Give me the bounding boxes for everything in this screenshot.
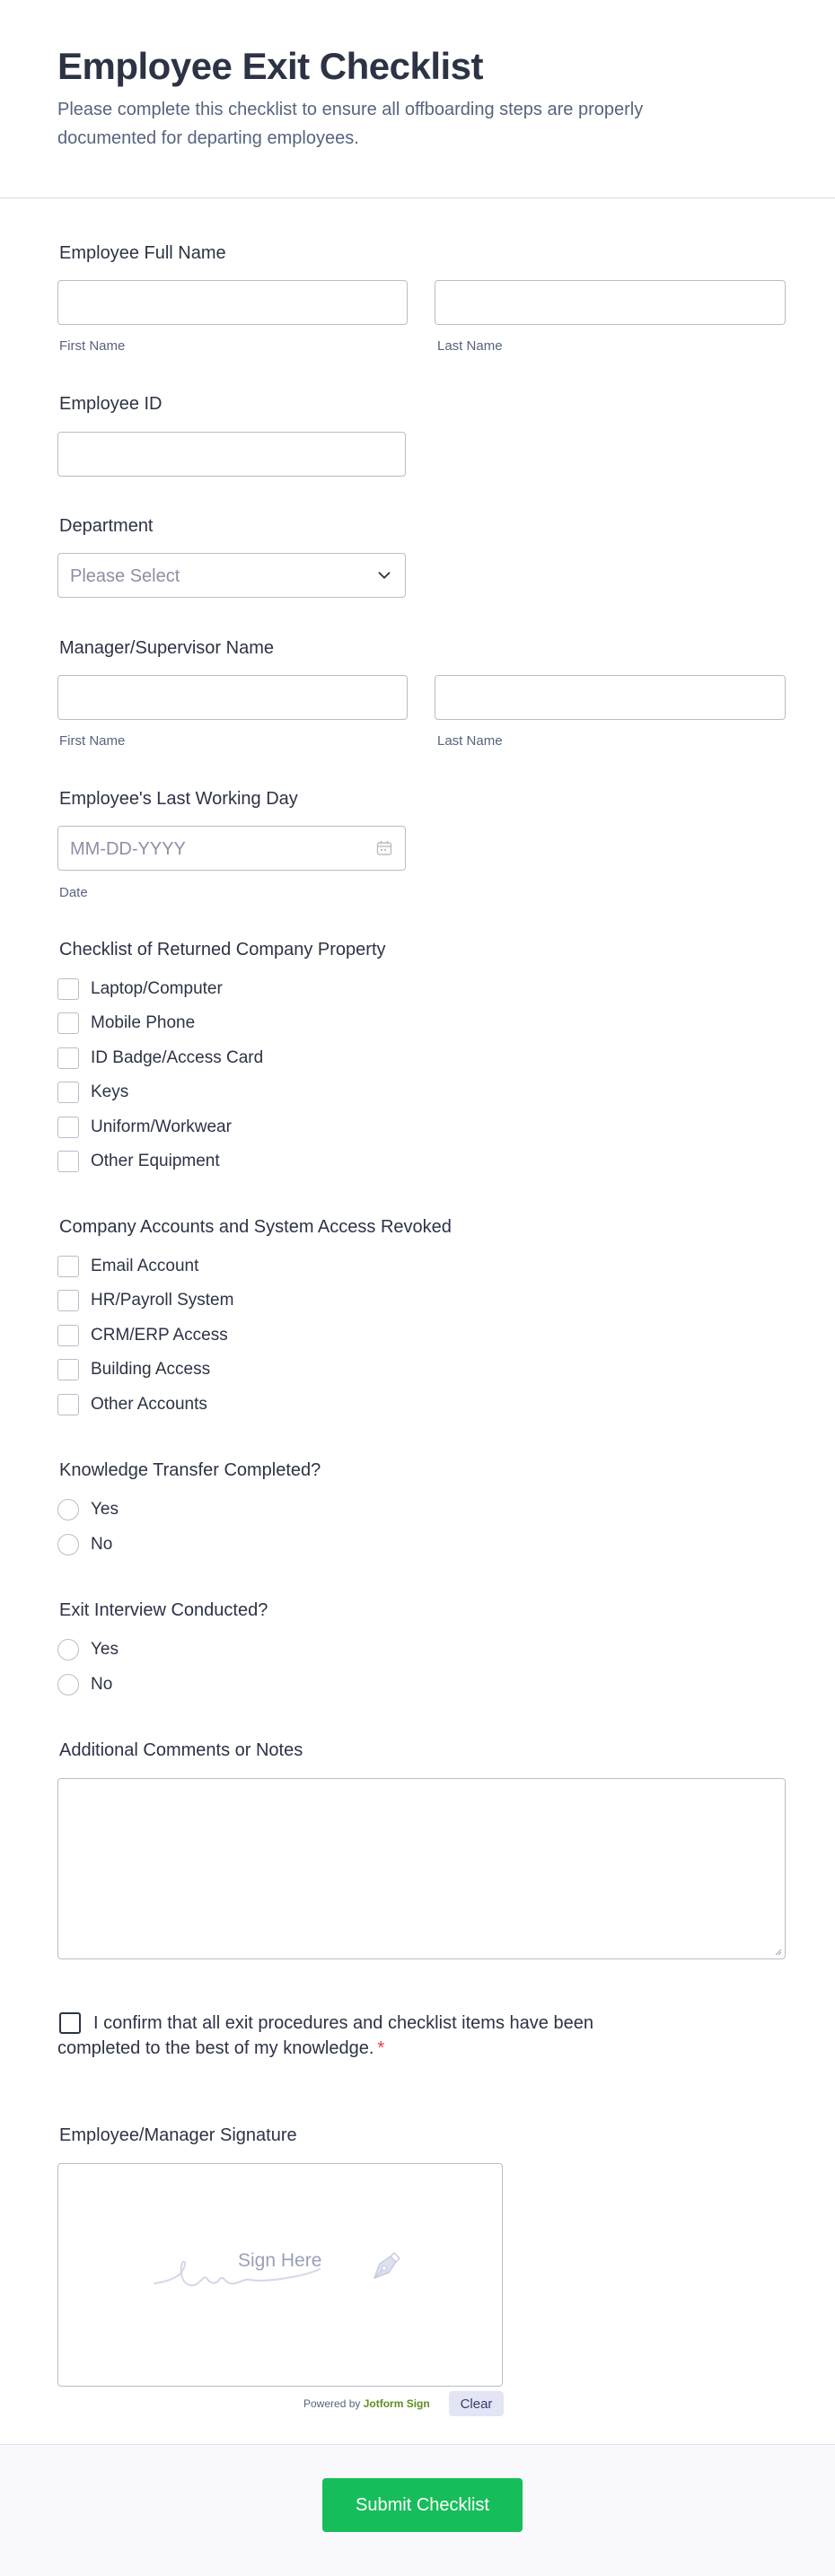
clear-signature-button[interactable]: Clear — [449, 2391, 504, 2416]
signature-scribble-icon — [154, 2260, 321, 2287]
form-card: Employee Exit Checklist Please complete … — [0, 0, 835, 2576]
checkbox-label: Email Account — [91, 1257, 199, 1275]
manager-last-name-sublabel: Last Name — [437, 733, 503, 749]
property-checklist-label: Checklist of Returned Company Property — [59, 940, 386, 959]
chevron-down-icon — [378, 572, 391, 579]
manager-first-name-input[interactable] — [57, 675, 408, 720]
checkbox-label: Other Equipment — [91, 1152, 220, 1170]
pen-nib-icon — [374, 2252, 400, 2279]
manager-name-label: Manager/Supervisor Name — [59, 638, 274, 658]
checkbox-label: Building Access — [91, 1360, 211, 1379]
manager-first-name-sublabel: First Name — [59, 733, 126, 749]
date-sublabel: Date — [59, 885, 88, 900]
checkbox[interactable] — [57, 1290, 79, 1311]
radio-label: Yes — [91, 1640, 119, 1659]
department-placeholder: Please Select — [70, 566, 180, 586]
employee-id-input[interactable] — [57, 432, 406, 477]
form-title: Employee Exit Checklist — [57, 45, 484, 87]
radio-button[interactable] — [57, 1639, 79, 1660]
knowledge-transfer-label: Knowledge Transfer Completed? — [59, 1460, 321, 1480]
comments-textarea[interactable] — [57, 1778, 786, 1959]
submit-button[interactable]: Submit Checklist — [322, 2478, 523, 2532]
checkbox[interactable] — [57, 1082, 79, 1103]
checkbox-label: ID Badge/Access Card — [91, 1048, 264, 1067]
powered-brand: Jotform Sign — [363, 2397, 430, 2410]
required-asterisk: * — [377, 2038, 385, 2058]
confirm-text: I confirm that all exit procedures and c… — [57, 2013, 593, 2058]
employee-last-name-input[interactable] — [435, 280, 786, 325]
checkbox-label: Other Accounts — [91, 1395, 207, 1414]
checkbox[interactable] — [57, 1394, 79, 1415]
employee-last-name-sublabel: Last Name — [437, 338, 503, 354]
checkbox-label: HR/Payroll System — [91, 1291, 234, 1310]
radio-button[interactable] — [57, 1674, 79, 1695]
checkbox[interactable] — [57, 1256, 79, 1277]
employee-first-name-input[interactable] — [57, 280, 408, 325]
exit-interview-label: Exit Interview Conducted? — [59, 1600, 268, 1620]
accounts-revoked-label: Company Accounts and System Access Revok… — [59, 1217, 452, 1237]
checkbox[interactable] — [57, 1359, 79, 1380]
radio-button[interactable] — [57, 1499, 79, 1520]
checkbox-label: Laptop/Computer — [91, 979, 223, 998]
checkbox[interactable] — [57, 1151, 79, 1172]
radio-label: Yes — [91, 1500, 119, 1519]
checkbox-label: Keys — [91, 1082, 129, 1101]
employee-id-label: Employee ID — [59, 394, 163, 414]
department-label: Department — [59, 516, 154, 536]
employee-first-name-sublabel: First Name — [59, 338, 126, 354]
radio-label: No — [91, 1535, 113, 1554]
comments-label: Additional Comments or Notes — [59, 1740, 303, 1760]
resize-grip-icon[interactable] — [775, 1949, 782, 1956]
signature-label: Employee/Manager Signature — [59, 2125, 297, 2145]
form-header: Employee Exit Checklist Please complete … — [0, 0, 835, 198]
form-subtitle: Please complete this checklist to ensure… — [57, 100, 644, 148]
radio-button[interactable] — [57, 1534, 79, 1555]
employee-name-label: Employee Full Name — [59, 243, 226, 263]
date-placeholder: MM-DD-YYYY — [70, 839, 186, 859]
checkbox-label: Uniform/Workwear — [91, 1117, 232, 1136]
checkbox[interactable] — [57, 1325, 79, 1346]
radio-label: No — [91, 1675, 113, 1694]
checkbox-label: Mobile Phone — [91, 1013, 196, 1032]
powered-prefix: Powered by — [303, 2397, 361, 2410]
confirm-statement: I confirm that all exit procedures and c… — [57, 2011, 677, 2061]
checkbox[interactable] — [57, 978, 79, 1000]
department-select[interactable]: Please Select — [57, 553, 406, 598]
last-working-day-input[interactable]: MM-DD-YYYY — [57, 826, 406, 871]
checkbox-label: CRM/ERP Access — [91, 1326, 228, 1345]
checkbox[interactable] — [57, 1012, 79, 1034]
powered-by-text: Powered by Jotform Sign — [303, 2397, 430, 2410]
last-working-day-label: Employee's Last Working Day — [59, 789, 298, 809]
manager-last-name-input[interactable] — [435, 675, 786, 720]
calendar-icon[interactable] — [376, 840, 392, 856]
checkbox[interactable] — [57, 1117, 79, 1138]
checkbox[interactable] — [57, 1047, 79, 1069]
signature-pad[interactable]: Sign Here — [57, 2163, 503, 2387]
